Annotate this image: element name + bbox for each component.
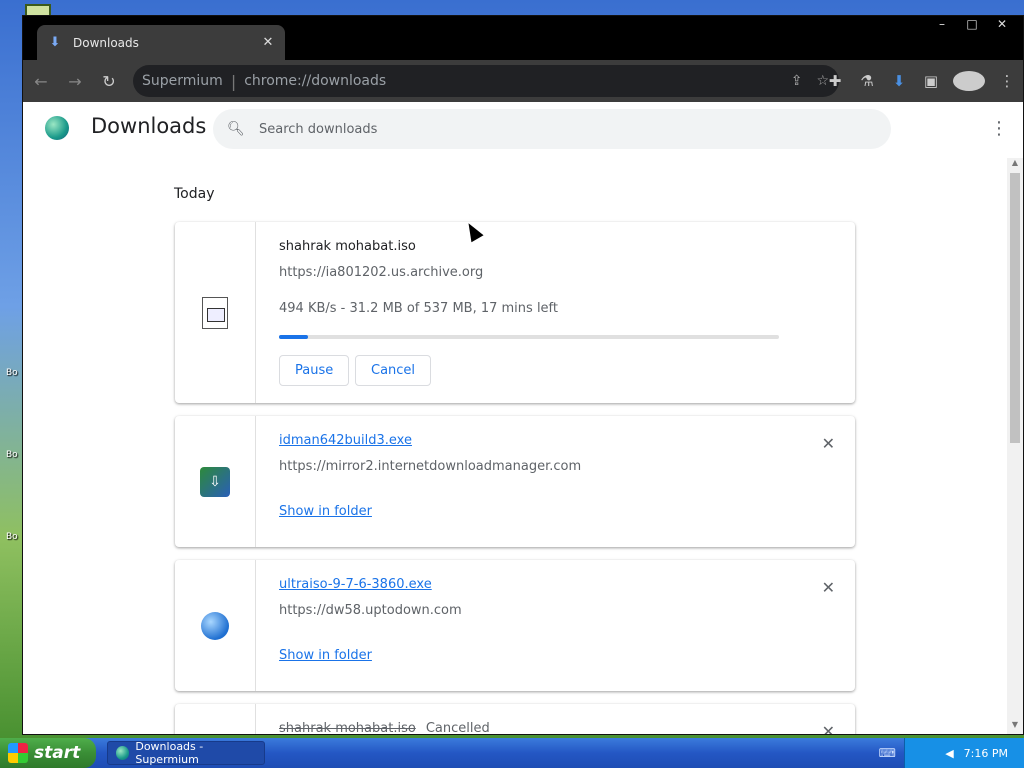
progress-bar — [279, 335, 779, 339]
downloads-page: Downloads 🔍︎ ⋮ ▲ ▼ Today shahrak mohabat… — [23, 102, 1023, 734]
pause-button[interactable]: Pause — [279, 355, 350, 386]
browser-menu-icon[interactable]: ⋮ — [991, 72, 1023, 90]
browser-window: ⬇ Downloads ✕ – □ ✕ ← → ↻ Supermium | ch… — [22, 15, 1024, 735]
file-name: shahrak mohabat.iso — [279, 239, 416, 254]
browser-toolbar: ← → ↻ Supermium | chrome://downloads ⇪ ☆… — [23, 60, 1023, 102]
extensions-puzzle-icon[interactable]: ✚ — [819, 72, 851, 90]
file-icon-column — [175, 704, 256, 734]
remove-item-icon[interactable]: ✕ — [822, 722, 835, 734]
url-separator: | — [230, 71, 237, 91]
share-icon[interactable]: ⇪ — [791, 73, 803, 89]
title-bar: ⬇ Downloads ✕ – □ ✕ — [23, 16, 1023, 60]
page-title: Downloads — [91, 114, 207, 138]
download-details: ultraiso-9-7-6-3860.exe https://dw58.upt… — [256, 560, 855, 691]
source-url: https://mirror2.internetdownloadmanager.… — [279, 459, 582, 474]
search-box[interactable]: 🔍︎ — [213, 109, 891, 149]
taskbar-item-downloads[interactable]: Downloads - Supermium — [107, 740, 265, 766]
maximize-button[interactable]: □ — [957, 16, 987, 32]
download-status: 494 KB/s - 31.2 MB of 537 MB, 17 mins le… — [279, 301, 558, 316]
forward-arrow-icon[interactable]: → — [59, 65, 91, 97]
back-arrow-icon[interactable]: ← — [25, 65, 57, 97]
installer-exe-icon: ⇩ — [200, 466, 230, 497]
iso-file-icon — [202, 296, 228, 329]
supermium-logo-icon — [45, 116, 69, 140]
show-in-folder-link[interactable]: Show in folder — [279, 504, 372, 519]
scroll-down-icon[interactable]: ▼ — [1007, 720, 1023, 734]
taskbar: start Downloads - Supermium ⌨ ◀ 7:16 PM — [0, 738, 1024, 768]
file-icon-column — [175, 560, 256, 691]
windows-logo-icon — [8, 743, 28, 763]
address-bar[interactable]: Supermium | chrome://downloads ⇪ ☆ — [133, 65, 839, 97]
minimize-button[interactable]: – — [927, 16, 957, 32]
progress-fill — [279, 335, 308, 339]
remove-item-icon[interactable]: ✕ — [822, 434, 835, 453]
ultraiso-globe-icon — [201, 611, 229, 640]
system-tray: ◀ 7:16 PM — [904, 738, 1024, 768]
cancelled-status: Cancelled — [425, 721, 490, 734]
file-name-link[interactable]: idman642build3.exe — [279, 433, 412, 448]
start-button[interactable]: start — [0, 738, 96, 768]
cancel-button[interactable]: Cancel — [355, 355, 432, 386]
file-link[interactable]: ultraiso-9-7-6-3860.exe — [279, 577, 432, 592]
tray-app-icon[interactable]: ◀ — [945, 747, 953, 760]
file-name: shahrak mohabat.iso Cancelled — [279, 721, 490, 734]
desktop-label[interactable]: Bo — [6, 368, 18, 378]
downloads-toolbar-icon[interactable]: ⬇ — [883, 72, 915, 90]
window-controls: – □ ✕ — [927, 16, 1017, 32]
keyboard-icon[interactable]: ⌨ — [879, 746, 896, 760]
desktop-icon-strip: Bo Bo Bo — [0, 0, 24, 740]
cancelled-file-name: shahrak mohabat.iso — [279, 721, 416, 734]
search-input[interactable] — [259, 121, 859, 137]
source-url: https://ia801202.us.archive.org — [279, 265, 484, 280]
scroll-up-icon[interactable]: ▲ — [1007, 158, 1023, 172]
file-link[interactable]: idman642build3.exe — [279, 433, 412, 448]
source-url: https://dw58.uptodown.com — [279, 603, 462, 618]
supermium-logo-icon — [116, 746, 130, 760]
url-host: Supermium — [142, 73, 223, 89]
download-details: shahrak mohabat.iso Cancelled ✕ — [256, 704, 855, 734]
file-icon-column: ⇩ — [175, 416, 256, 547]
close-window-button[interactable]: ✕ — [987, 16, 1017, 32]
remove-item-icon[interactable]: ✕ — [822, 578, 835, 597]
download-item: shahrak mohabat.iso Cancelled ✕ — [175, 704, 855, 734]
download-details: shahrak mohabat.iso https://ia801202.us.… — [256, 222, 855, 403]
tab-downloads[interactable]: ⬇ Downloads ✕ — [37, 25, 285, 60]
section-label: Today — [174, 186, 215, 202]
desktop-label[interactable]: Bo — [6, 532, 18, 542]
profile-avatar-icon[interactable] — [953, 71, 985, 91]
close-icon[interactable]: ✕ — [257, 35, 279, 50]
url-path: chrome://downloads — [244, 73, 387, 89]
start-label: start — [34, 743, 81, 763]
download-icon: ⬇ — [49, 35, 61, 50]
task-title: Downloads - Supermium — [135, 740, 204, 766]
file-name-link[interactable]: ultraiso-9-7-6-3860.exe — [279, 577, 432, 592]
download-item: ultraiso-9-7-6-3860.exe https://dw58.upt… — [175, 560, 855, 691]
scrollbar[interactable]: ▲ ▼ — [1007, 158, 1023, 734]
tab-title: Downloads — [73, 35, 139, 50]
side-panel-icon[interactable]: ▣ — [915, 72, 947, 90]
file-icon-column — [175, 222, 256, 403]
toolbar-actions: ✚ ⚗ ⬇ ▣ ⋮ — [819, 65, 1023, 97]
search-icon: 🔍︎ — [227, 121, 245, 137]
labs-flask-icon[interactable]: ⚗ — [851, 72, 883, 90]
download-item: shahrak mohabat.iso https://ia801202.us.… — [175, 222, 855, 403]
desktop-label[interactable]: Bo — [6, 450, 18, 460]
download-item: ⇩ idman642build3.exe https://mirror2.int… — [175, 416, 855, 547]
more-options-icon[interactable]: ⋮ — [987, 118, 1011, 139]
clock: 7:16 PM — [963, 746, 1008, 760]
show-in-folder-link[interactable]: Show in folder — [279, 648, 372, 663]
page-header: Downloads 🔍︎ ⋮ — [23, 102, 1023, 158]
scroll-thumb[interactable] — [1010, 173, 1020, 443]
download-details: idman642build3.exe https://mirror2.inter… — [256, 416, 855, 547]
reload-icon[interactable]: ↻ — [93, 65, 125, 97]
